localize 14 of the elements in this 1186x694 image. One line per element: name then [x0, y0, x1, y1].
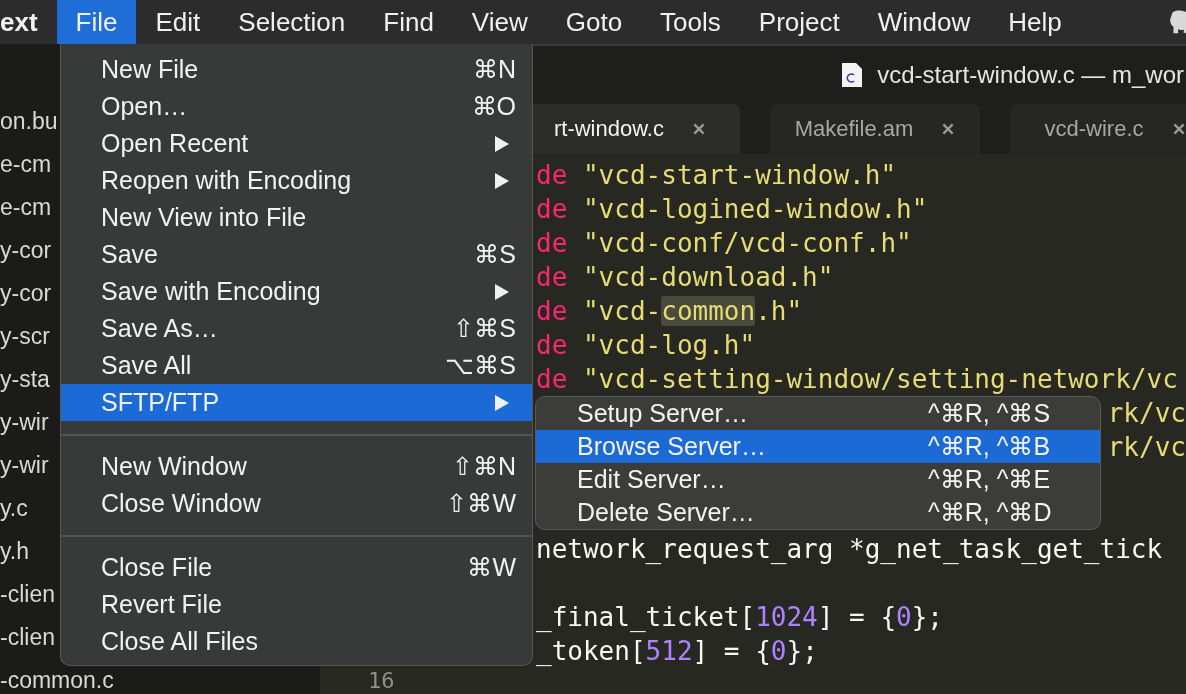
code-line: rk/vc [1107, 397, 1186, 430]
code-line: _token[512] = {0}; [536, 635, 818, 668]
code-line: de "vcd-logined-window.h" [536, 193, 928, 226]
code-line: de "vcd-conf/vcd-conf.h" [536, 227, 912, 260]
code-line: de "vcd-download.h" [536, 261, 834, 294]
code-line: _final_ticket[1024] = {0}; [536, 601, 944, 634]
code-line: network_request_arg *g_net_task_get_tick [536, 533, 1163, 566]
code-line: de "vcd-setting-window/setting-network/vc [536, 363, 1178, 396]
code-line: de "vcd-start-window.h" [536, 159, 897, 192]
window-title: vcd-start-window.c — m_wor [877, 61, 1184, 90]
code-line: de "vcd-common.h" [536, 295, 803, 328]
code-line: de "vcd-log.h" [536, 329, 756, 362]
line-number: 16 [368, 668, 395, 694]
code-line: rk/vc [1107, 431, 1186, 464]
